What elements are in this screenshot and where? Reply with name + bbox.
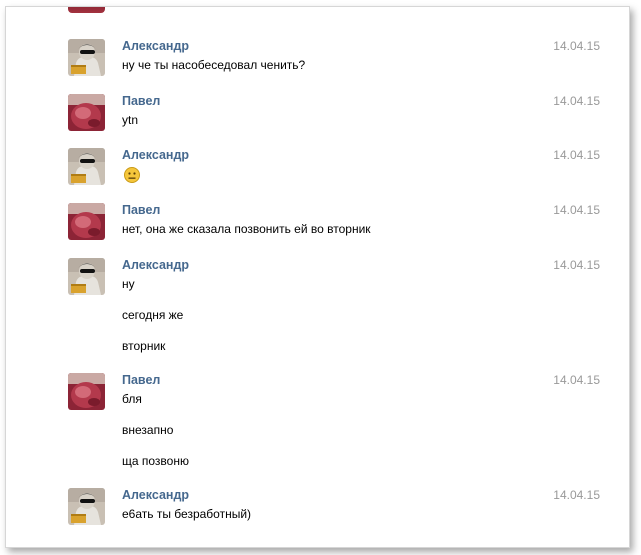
message-text: ну bbox=[122, 277, 135, 291]
message-date[interactable]: 14.04.15 bbox=[553, 39, 600, 53]
avatar[interactable] bbox=[68, 39, 105, 76]
message-text: ну че ты насобеседовал ченить? bbox=[122, 58, 306, 72]
avatar[interactable] bbox=[68, 373, 105, 410]
message-date[interactable]: 14.04.15 bbox=[553, 148, 600, 162]
message-text: бля bbox=[122, 392, 142, 406]
author-name[interactable]: Александр bbox=[122, 258, 189, 272]
author-name[interactable]: Павел bbox=[122, 373, 160, 387]
alexander-avatar-icon bbox=[68, 148, 105, 185]
alexander-avatar-icon bbox=[68, 39, 105, 76]
message-text: ytn bbox=[122, 113, 139, 127]
neutral-face-icon bbox=[124, 167, 140, 183]
avatar[interactable] bbox=[68, 148, 105, 185]
pavel-avatar-icon bbox=[68, 373, 105, 410]
message-text: сегодня же bbox=[122, 308, 184, 322]
author-name[interactable]: Павел bbox=[122, 94, 160, 108]
avatar[interactable] bbox=[68, 258, 105, 295]
avatar[interactable] bbox=[68, 488, 105, 525]
avatar[interactable] bbox=[68, 203, 105, 240]
message-history-window: Александр 14.04.15 ну че ты насобеседова… bbox=[5, 6, 630, 548]
pavel-avatar-icon bbox=[68, 203, 105, 240]
previous-message-avatar-fragment bbox=[68, 7, 105, 13]
message-text: ща позвоню bbox=[122, 454, 189, 468]
message-text: нет, она же сказала позвонить ей во втор… bbox=[122, 222, 371, 236]
author-name[interactable]: Павел bbox=[122, 203, 160, 217]
message-text: е6ать ты безработный) bbox=[122, 507, 252, 521]
alexander-avatar-icon bbox=[68, 258, 105, 295]
message-text: внезапно bbox=[122, 423, 174, 437]
message-date[interactable]: 14.04.15 bbox=[553, 203, 600, 217]
author-name[interactable]: Александр bbox=[122, 39, 189, 53]
author-name[interactable]: Александр bbox=[122, 488, 189, 502]
message-date[interactable]: 14.04.15 bbox=[553, 373, 600, 387]
message-date[interactable]: 14.04.15 bbox=[553, 258, 600, 272]
message-date[interactable]: 14.04.15 bbox=[553, 94, 600, 108]
author-name[interactable]: Александр bbox=[122, 148, 189, 162]
pavel-avatar-icon bbox=[68, 94, 105, 131]
message-text: вторник bbox=[122, 339, 166, 353]
alexander-avatar-icon bbox=[68, 488, 105, 525]
avatar[interactable] bbox=[68, 94, 105, 131]
message-date[interactable]: 14.04.15 bbox=[553, 488, 600, 502]
